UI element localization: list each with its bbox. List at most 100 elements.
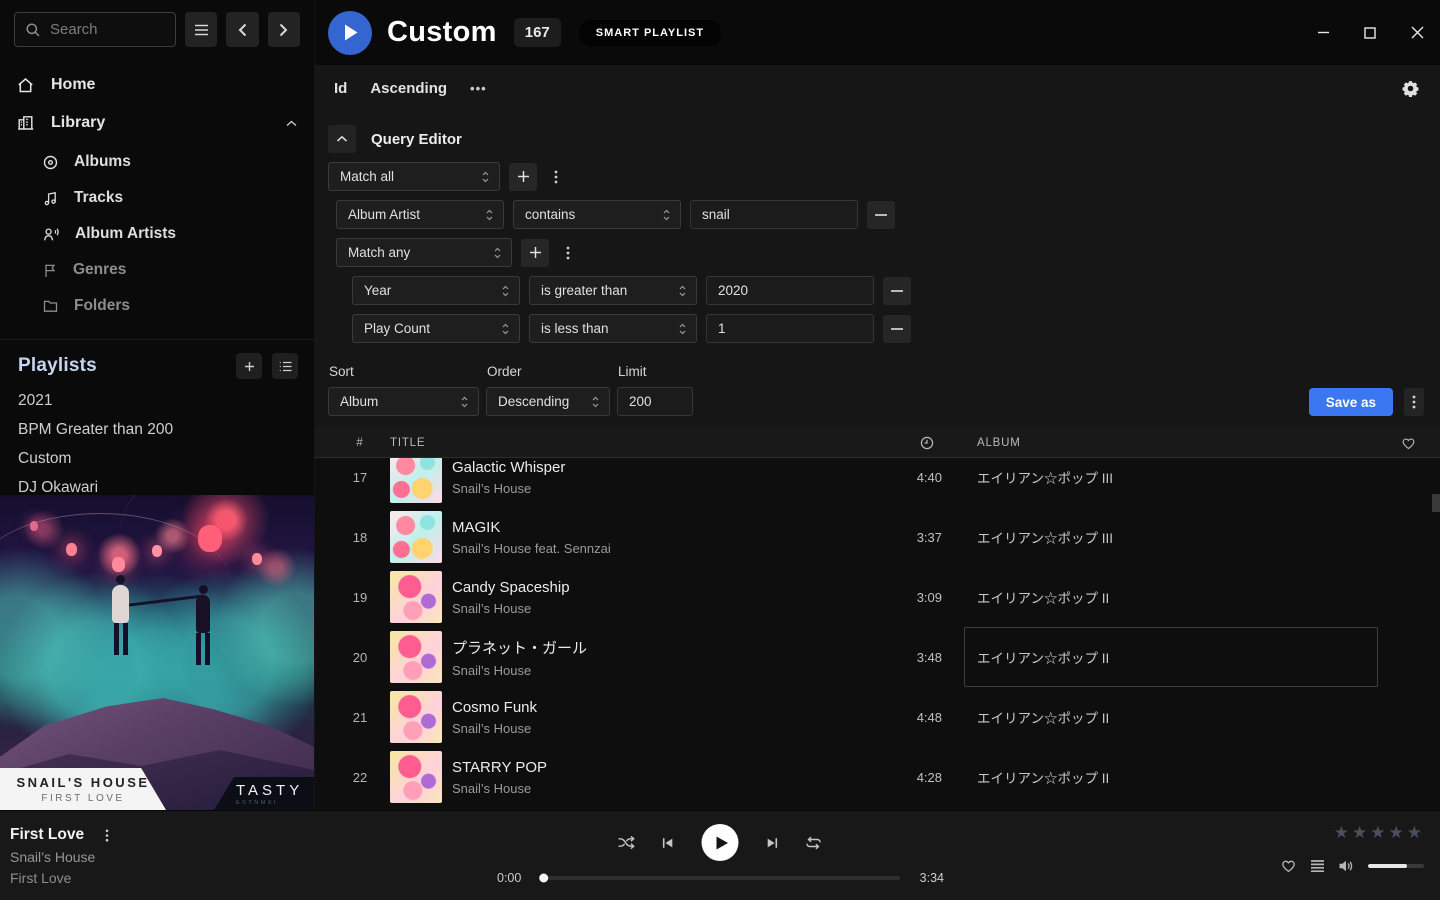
remove-rule-button[interactable] <box>867 201 895 229</box>
scrollbar-thumb[interactable] <box>1432 494 1440 512</box>
close-button[interactable] <box>1409 25 1425 41</box>
sidebar-item-folders[interactable]: Folders <box>0 288 314 324</box>
column-header-number[interactable]: # <box>315 437 390 449</box>
order-select[interactable]: Descending <box>486 387 610 416</box>
sidebar-item-library[interactable]: Library <box>0 104 314 142</box>
add-rule-button[interactable] <box>521 239 549 267</box>
match-type-select[interactable]: Match any <box>336 238 512 267</box>
rule-field-select[interactable]: Album Artist <box>336 200 504 229</box>
column-header-title[interactable]: TITLE <box>390 437 872 449</box>
home-icon <box>17 77 34 93</box>
chevron-up-icon <box>336 135 348 143</box>
group-menu-button[interactable] <box>546 163 566 191</box>
clock-icon <box>920 436 934 450</box>
queue-button[interactable] <box>1310 859 1325 873</box>
minus-icon <box>891 290 903 292</box>
rule-field-select[interactable]: Year <box>352 276 520 305</box>
previous-track-button[interactable] <box>661 836 675 850</box>
updown-icon <box>477 208 494 222</box>
play-pause-button[interactable] <box>702 824 739 861</box>
minus-icon <box>875 214 887 216</box>
rule-field-select[interactable]: Play Count <box>352 314 520 343</box>
next-track-button[interactable] <box>766 836 780 850</box>
query-rule-row: Play Count is less than <box>352 314 1427 343</box>
window-controls <box>1315 0 1425 65</box>
track-album-cell[interactable]: エイリアン☆ポップ III <box>977 507 1376 567</box>
track-row[interactable]: 22 STARRY POP Snail’s House 4:28 エイリアン☆ポ… <box>315 747 1440 807</box>
column-header-favorite[interactable] <box>1376 436 1440 450</box>
column-header-album[interactable]: ALBUM <box>977 437 1376 449</box>
save-as-button[interactable]: Save as <box>1309 388 1393 416</box>
sort-field-control[interactable]: Id <box>334 80 347 97</box>
rule-value-input[interactable] <box>690 200 858 229</box>
artwork-artist: SNAIL'S HOUSE <box>0 775 166 790</box>
lantern <box>152 545 162 557</box>
sort-direction-control[interactable]: Ascending <box>370 80 447 97</box>
query-editor: Query Editor Match all Album Artist <box>315 125 1440 343</box>
settings-button[interactable] <box>1402 80 1419 97</box>
add-rule-button[interactable] <box>509 163 537 191</box>
playlists-title: Playlists <box>18 355 97 377</box>
group-menu-button[interactable] <box>558 239 578 267</box>
sidebar-item-albums[interactable]: Albums <box>0 144 314 180</box>
playlist-list-button[interactable] <box>272 353 298 379</box>
track-duration: 3:09 <box>872 590 942 605</box>
track-number: 20 <box>315 650 390 665</box>
add-playlist-button[interactable] <box>236 353 262 379</box>
sidebar-item-tracks[interactable]: Tracks <box>0 180 314 216</box>
kebab-icon <box>554 170 558 184</box>
search-input[interactable] <box>50 21 165 38</box>
remove-rule-button[interactable] <box>883 277 911 305</box>
rule-operator-select[interactable]: is greater than <box>529 276 697 305</box>
maximize-button[interactable] <box>1362 25 1378 41</box>
flag-icon <box>43 263 57 278</box>
shuffle-button[interactable] <box>618 835 636 850</box>
track-album-cell[interactable]: エイリアン☆ポップ II <box>977 567 1376 627</box>
track-row[interactable]: 20 プラネット・ガール Snail’s House 3:48 エイリアン☆ポッ… <box>315 627 1440 687</box>
remove-rule-button[interactable] <box>883 315 911 343</box>
minimize-button[interactable] <box>1315 25 1331 41</box>
track-title: Candy Spaceship <box>452 579 570 596</box>
playlist-item[interactable]: BPM Greater than 200 <box>0 416 314 445</box>
nav-back-button[interactable] <box>226 12 258 47</box>
sort-order-limit-row: Sort Album Order Descending Limit <box>315 343 1440 416</box>
rule-operator-select[interactable]: is less than <box>529 314 697 343</box>
sidebar-item-album-artists[interactable]: Album Artists <box>0 216 314 252</box>
playlist-item[interactable]: 2021 <box>0 387 314 416</box>
sidebar-item-home[interactable]: Home <box>0 66 314 104</box>
seek-bar[interactable] <box>541 876 900 880</box>
search-box <box>14 12 176 47</box>
track-album-cell[interactable]: エイリアン☆ポップ II <box>977 747 1376 807</box>
collapse-query-editor-button[interactable] <box>328 125 356 153</box>
now-playing-menu-button[interactable] <box>97 827 117 843</box>
track-row[interactable]: 19 Candy Spaceship Snail’s House 3:09 エイ… <box>315 567 1440 627</box>
repeat-button[interactable] <box>805 836 823 850</box>
match-type-select[interactable]: Match all <box>328 162 500 191</box>
playlist-item[interactable]: Custom <box>0 445 314 474</box>
nav-forward-button[interactable] <box>268 12 300 47</box>
updown-icon <box>452 395 469 409</box>
limit-input[interactable] <box>617 387 693 416</box>
track-album-cell[interactable]: エイリアン☆ポップ II <box>977 687 1376 747</box>
volume-button[interactable] <box>1338 859 1355 873</box>
rule-value-input[interactable] <box>706 276 874 305</box>
rule-operator-select[interactable]: contains <box>513 200 681 229</box>
sidebar-item-genres[interactable]: Genres <box>0 252 314 288</box>
track-album-cell[interactable]: エイリアン☆ポップ II <box>977 627 1376 687</box>
play-playlist-button[interactable] <box>328 11 372 55</box>
sort-select[interactable]: Album <box>328 387 479 416</box>
menu-button[interactable] <box>185 12 217 47</box>
track-row[interactable]: 18 MAGIK Snail’s House feat. Sennzai 3:3… <box>315 507 1440 567</box>
volume-slider[interactable] <box>1368 864 1424 868</box>
previous-icon <box>661 836 675 850</box>
track-row[interactable]: 21 Cosmo Funk Snail’s House 4:48 エイリアン☆ポ… <box>315 687 1440 747</box>
more-options-button[interactable]: ••• <box>470 81 487 96</box>
column-header-duration[interactable] <box>872 436 942 450</box>
now-playing-artwork[interactable]: SNAIL'S HOUSE FIRST LOVE TASTY ESTNMXI <box>0 495 314 810</box>
save-menu-button[interactable] <box>1404 388 1424 416</box>
artwork-title: FIRST LOVE <box>0 793 166 804</box>
rating-stars[interactable]: ★★★★★ <box>1334 823 1425 843</box>
track-title: Galactic Whisper <box>452 459 565 476</box>
rule-value-input[interactable] <box>706 314 874 343</box>
favorite-button[interactable] <box>1280 858 1297 873</box>
